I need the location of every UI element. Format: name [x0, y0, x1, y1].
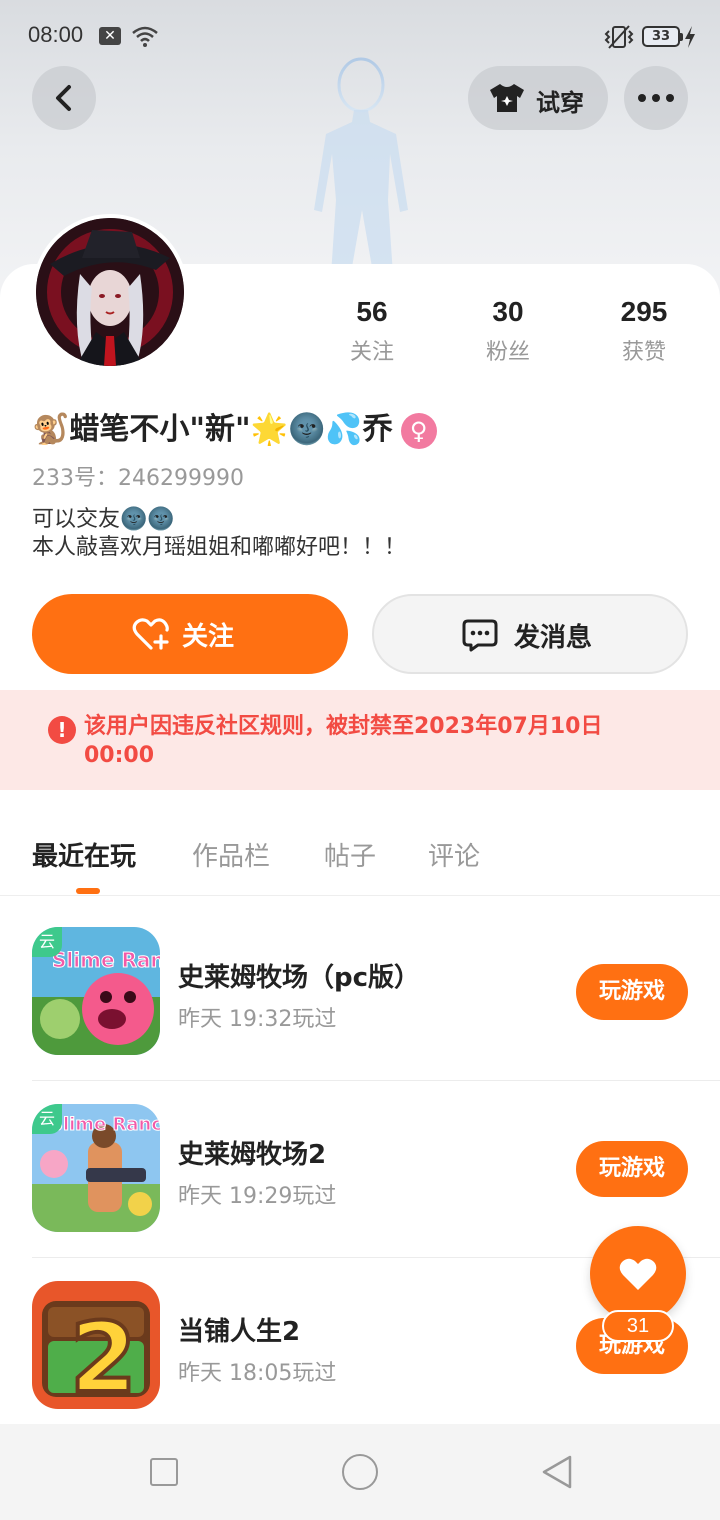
more-dots-icon [638, 94, 646, 102]
game-icon-pawn-shop-life-2: 2 [32, 1281, 160, 1409]
like-count-badge: 31 [602, 1310, 674, 1342]
game-name: 史莱姆牧场（pc版） [178, 963, 421, 993]
ban-notice-text: 该用户因违反社区规则，被封禁至2023年07月10日 00:00 [84, 714, 603, 768]
stat-likes-count: 295 [620, 296, 668, 327]
status-time: 08:00 [28, 22, 84, 47]
avatar[interactable] [32, 214, 188, 370]
more-options-button[interactable] [624, 66, 688, 130]
tab-works[interactable]: 作品栏 [192, 836, 270, 873]
system-navigation-bar [0, 1424, 720, 1520]
play-game-button[interactable]: 玩游戏 [576, 1141, 688, 1197]
tshirt-icon [490, 84, 524, 112]
cloud-game-badge: 云 [32, 1104, 62, 1134]
list-item[interactable]: Slime Rancher 2 云 史莱姆牧场2 昨天 19:29玩过 玩游戏 [32, 1104, 688, 1281]
try-on-label: 试穿 [536, 89, 584, 117]
stat-following-count: 56 [356, 296, 388, 327]
stat-likes[interactable]: 295 获赞 [589, 296, 699, 366]
send-message-button[interactable]: 发消息 [372, 594, 688, 674]
tab-comments[interactable]: 评论 [428, 836, 480, 873]
stat-followers[interactable]: 30 粉丝 [453, 296, 563, 366]
follow-label: 关注 [182, 622, 235, 652]
play-game-button[interactable]: 玩游戏 [576, 964, 688, 1020]
profile-tabs: 最近在玩 作品栏 帖子 评论 [0, 800, 720, 896]
list-item[interactable]: Slime Rancher 云 史莱姆牧场（pc版） 昨天 19:32玩过 玩游… [32, 927, 688, 1104]
back-button[interactable] [32, 66, 96, 130]
avatar-hologram-figure [314, 57, 408, 290]
ban-notice: ! 该用户因违反社区规则，被封禁至2023年07月10日 00:00 [0, 690, 720, 790]
heart-icon [619, 1258, 657, 1290]
last-played-time: 昨天 19:32玩过 [178, 1007, 337, 1032]
notification-icon: ✕ [99, 27, 121, 45]
game-name: 当铺人生2 [178, 1317, 301, 1347]
cloud-game-badge: 云 [32, 927, 62, 957]
charging-icon [685, 26, 695, 48]
back-triangle-icon[interactable] [540, 1454, 574, 1490]
username-text: 🐒蜡笔不小"新"🌟🌚💦乔 [32, 412, 393, 447]
stat-followers-count: 30 [492, 296, 524, 327]
chevron-left-icon [56, 85, 71, 111]
stat-likes-label: 获赞 [621, 340, 666, 365]
like-floating-button[interactable] [590, 1226, 686, 1322]
try-on-button[interactable]: 试穿 [468, 66, 608, 130]
stat-following-label: 关注 [349, 340, 394, 365]
female-gender-icon: ♀ [400, 412, 437, 449]
svg-text:2: 2 [70, 1302, 137, 1409]
home-button[interactable] [342, 1454, 378, 1490]
heart-plus-icon [132, 618, 169, 650]
avatar-illustration [36, 218, 184, 366]
active-tab-indicator [76, 888, 100, 894]
stat-following[interactable]: 56 关注 [317, 296, 427, 366]
last-played-time: 昨天 19:29玩过 [178, 1184, 337, 1209]
follow-button[interactable]: 关注 [32, 594, 348, 674]
chat-bubble-icon [462, 619, 498, 652]
recent-apps-button[interactable] [150, 1458, 178, 1486]
battery-indicator: 33 [642, 26, 683, 47]
wifi-icon [132, 26, 158, 47]
tab-recently-played[interactable]: 最近在玩 [32, 836, 136, 873]
status-bar: 08:00 ✕ 33 [0, 0, 720, 70]
vibrate-icon [604, 25, 634, 49]
tab-posts[interactable]: 帖子 [324, 836, 376, 873]
last-played-time: 昨天 18:05玩过 [178, 1361, 337, 1386]
user-bio: 可以交友🌚🌚 本人敲喜欢月瑶姐姐和嘟嘟好吧！！！ [32, 507, 407, 560]
svg-text:Slime Rancher: Slime Rancher [52, 948, 160, 972]
game-name: 史莱姆牧场2 [178, 1140, 327, 1170]
send-message-label: 发消息 [514, 623, 593, 653]
warning-icon: ! [48, 716, 76, 744]
username: 🐒蜡笔不小"新"🌟🌚💦乔 ♀ [32, 404, 437, 449]
stat-followers-label: 粉丝 [485, 340, 530, 365]
svg-text:Slime Rancher 2: Slime Rancher 2 [50, 1114, 160, 1135]
user-id[interactable]: 233号：246299990 [32, 460, 244, 492]
list-divider [32, 1080, 720, 1081]
